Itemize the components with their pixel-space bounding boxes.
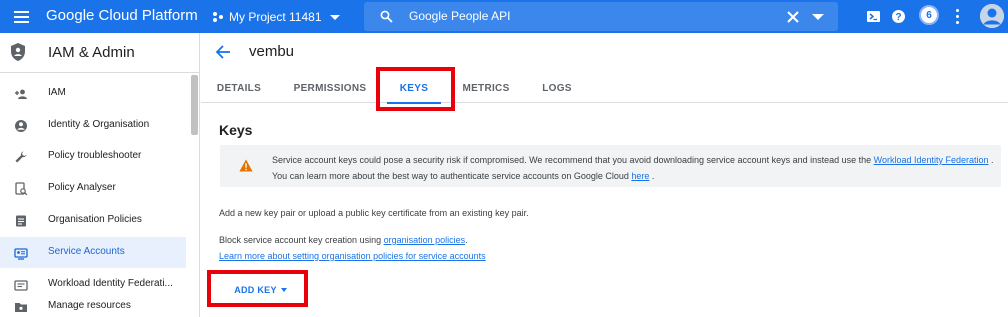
learn-more-wrapper: Learn more about setting organisation po… [219,251,486,261]
shield-icon [11,43,25,61]
tab-bar: DETAILS PERMISSIONS KEYS METRICS LOGS [201,73,1008,104]
sidebar: IAM & Admin IAM Identity & Organisation … [0,33,200,317]
account-circle-icon [15,120,27,132]
learn-more-org-policies-link[interactable]: Learn more about setting organisation po… [219,251,486,261]
section-heading: Keys [219,122,253,138]
sidebar-item-policy-analyser[interactable]: Policy Analyser [0,173,186,204]
project-label: My Project 11481 [229,10,322,24]
notification-badge[interactable]: 6 [919,5,939,25]
search-icon [380,10,393,23]
workload-identity-federation-link[interactable]: Workload Identity Federation [874,155,989,165]
sidebar-item-service-accounts[interactable]: Service Accounts [0,237,186,268]
list-doc-icon [16,215,26,227]
tab-details[interactable]: DETAILS [213,73,265,103]
block-key-creation-text: Block service account key creation using… [219,235,468,245]
help-icon[interactable]: ? [891,9,906,24]
sidebar-item-label: Policy troubleshooter [48,150,142,161]
project-picker[interactable]: My Project 11481 [212,9,340,25]
id-card-icon [14,280,28,291]
block-text-part: Block service account key creation using [219,235,384,245]
chevron-down-icon [329,14,340,20]
sidebar-item-label: Workload Identity Federati... [48,278,173,289]
sidebar-item-label: Service Accounts [48,246,125,257]
back-arrow-icon[interactable] [215,44,231,60]
folder-icon [15,303,27,312]
person-add-icon [15,89,27,99]
add-key-button[interactable]: ADD KEY [220,280,301,300]
block-text-part: . [465,235,468,245]
main-content: vembu DETAILS PERMISSIONS KEYS METRICS L… [201,33,1008,317]
here-link[interactable]: here [631,171,649,181]
sidebar-item-label: Identity & Organisation [48,119,150,130]
tab-permissions[interactable]: PERMISSIONS [289,73,371,103]
sidebar-title: IAM & Admin [48,44,135,61]
top-bar: Google Cloud Platform My Project 11481 G… [0,0,1008,33]
project-dots-icon [213,12,223,22]
account-icon[interactable] [980,4,1004,28]
search-input[interactable]: Google People API [409,9,510,23]
warning-text-part: Service account keys could pose a securi… [272,155,874,165]
expand-icon[interactable] [812,14,824,20]
sidebar-item-iam[interactable]: IAM [0,78,186,109]
security-warning-banner: Service account keys could pose a securi… [220,145,1001,187]
svg-text:?: ? [895,12,901,23]
tab-metrics[interactable]: METRICS [459,73,513,103]
warning-icon [239,159,253,172]
sidebar-item-label: Organisation Policies [48,214,142,225]
clear-icon[interactable] [787,11,799,23]
sidebar-item-organisation-policies[interactable]: Organisation Policies [0,205,186,236]
cloud-shell-icon[interactable] [866,9,881,24]
sidebar-header: IAM & Admin [0,33,199,73]
sidebar-item-label: IAM [48,87,66,98]
service-account-icon [14,248,28,260]
menu-icon[interactable] [12,8,32,26]
app-title[interactable]: Google Cloud Platform [46,7,198,24]
tab-keys[interactable]: KEYS [387,73,441,104]
warning-text-part: . [649,171,655,181]
more-vert-icon[interactable] [956,9,960,24]
sidebar-item-label: Manage resources [48,300,131,311]
tab-logs[interactable]: LOGS [537,73,577,103]
search-bar[interactable]: Google People API [364,2,838,31]
sidebar-scrollbar[interactable] [191,75,198,135]
sidebar-item-manage-resources[interactable]: Manage resources [0,291,186,317]
organisation-policies-link[interactable]: organisation policies [384,235,466,245]
sidebar-item-label: Policy Analyser [48,182,116,193]
chevron-down-icon [280,288,287,292]
warning-text: Service account keys could pose a securi… [272,152,997,184]
add-key-label: ADD KEY [234,285,277,295]
analyser-icon [15,182,28,196]
sidebar-item-identity[interactable]: Identity & Organisation [0,110,186,141]
page-title: vembu [249,43,295,60]
wrench-icon [15,151,27,163]
sidebar-item-policy-troubleshooter[interactable]: Policy troubleshooter [0,141,186,172]
add-key-info-text: Add a new key pair or upload a public ke… [219,208,529,218]
